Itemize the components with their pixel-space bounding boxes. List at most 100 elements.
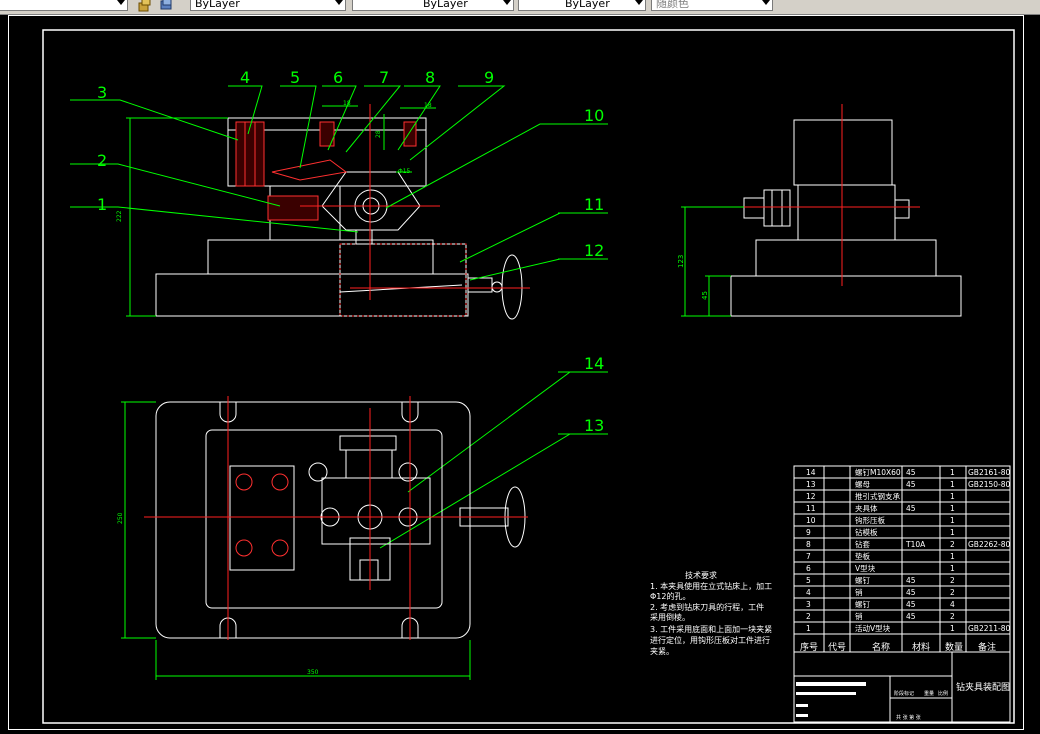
tech-line-7: 夹紧。 xyxy=(650,646,674,656)
lineweight-combo[interactable]: ByLayer xyxy=(518,0,646,11)
bom-cell: 1 xyxy=(950,564,955,573)
callout-4: 4 xyxy=(240,68,250,87)
drawing-canvas[interactable]: 222 18 18 28 Φ15 1 2 3 4 5 6 7 8 9 10 11… xyxy=(0,15,1040,734)
bom-cell: 2 xyxy=(950,612,955,621)
layer-combo[interactable]: ByLayer xyxy=(190,0,346,11)
bom-cell: 销 xyxy=(855,587,863,597)
tech-line-1: 1. 本夹具使用在立式钻床上，加工 xyxy=(650,581,772,591)
bom-cell: 1 xyxy=(950,468,955,477)
leader-lines xyxy=(70,85,608,549)
callout-12: 12 xyxy=(584,241,604,260)
bom-cell: 2 xyxy=(950,576,955,585)
tech-line-2: Φ12的孔。 xyxy=(650,591,690,601)
side-dimensions xyxy=(681,206,744,317)
linetype-combo-value: ByLayer xyxy=(423,0,468,10)
callout-14: 14 xyxy=(584,354,604,373)
tech-line-5: 3. 工件采用底面和上面加一块夹紧 xyxy=(650,624,772,634)
bom-cell: GB2211-80 xyxy=(968,624,1011,633)
bom-cell: 垫板 xyxy=(855,551,870,561)
bom-cell: 45 xyxy=(906,576,916,585)
bom-cell: 12 xyxy=(806,492,816,501)
callout-13: 13 xyxy=(584,416,604,435)
bom-cell: 钻套 xyxy=(855,539,870,549)
bom-cell: 1 xyxy=(950,504,955,513)
bom-cell: GB2161-80 xyxy=(968,468,1011,477)
bom-cell: 1 xyxy=(950,624,955,633)
bom-cell: 11 xyxy=(806,504,816,513)
dim-height-front: 222 xyxy=(116,210,123,222)
callout-labels: 1 2 3 4 5 6 7 8 9 10 11 12 13 14 xyxy=(97,68,604,435)
bom-cell: 1 xyxy=(950,516,955,525)
bom-cell: GB2150-80 xyxy=(968,480,1011,489)
dim-height-top: 250 xyxy=(117,512,124,524)
bom-cell: 2 xyxy=(950,540,955,549)
tb-weight: 重量 xyxy=(924,690,934,697)
callout-2: 2 xyxy=(97,151,107,170)
callout-9: 9 xyxy=(484,68,494,87)
top-view xyxy=(155,401,526,639)
bom-header-material: 材料 xyxy=(912,641,930,653)
linetype-combo[interactable]: ByLayer xyxy=(352,0,514,11)
color-combo[interactable] xyxy=(0,0,128,11)
bom-cell: 9 xyxy=(806,528,811,537)
callout-7: 7 xyxy=(379,68,389,87)
bom-cell: 1 xyxy=(950,480,955,489)
bom-cell: 1 xyxy=(950,528,955,537)
layer-previous-icon[interactable] xyxy=(159,0,173,12)
bom-cell: 45 xyxy=(906,504,916,513)
callout-3: 3 xyxy=(97,83,107,102)
side-view xyxy=(730,119,962,317)
chevron-down-icon xyxy=(117,0,125,5)
bom-cell: 螺钉M10X60 xyxy=(855,467,901,477)
bom-cell: 1 xyxy=(950,492,955,501)
tech-title: 技术要求 xyxy=(685,570,717,580)
chevron-down-icon xyxy=(335,0,343,5)
bom-cell: 4 xyxy=(950,600,955,609)
bom-header-name: 名称 xyxy=(872,641,890,653)
callout-5: 5 xyxy=(290,68,300,87)
title-block-small: 阶段标记 重量 比例 共 张 第 张 xyxy=(894,690,948,721)
bom-cell: 推引式钢支承 xyxy=(855,491,900,501)
bom-cell: 螺钉 xyxy=(855,599,870,609)
chevron-down-icon xyxy=(635,0,643,5)
callout-1: 1 xyxy=(97,195,107,214)
plotstyle-combo[interactable]: 随颜色 xyxy=(651,0,773,11)
bom-cell: 13 xyxy=(806,480,816,489)
tech-line-6: 进行定位，用钩形压板对工件进行 xyxy=(650,635,770,645)
title-block-marks xyxy=(796,682,866,717)
bom-cell: 7 xyxy=(806,552,811,561)
callout-10: 10 xyxy=(584,106,604,125)
bom-header: 序号 代号 名称 材料 数量 备注 xyxy=(800,641,996,653)
callout-11: 11 xyxy=(584,195,604,214)
bom-cell: T10A xyxy=(905,540,926,549)
bom-cell: 5 xyxy=(806,576,811,585)
bom-cell: 45 xyxy=(906,588,916,597)
bom-cell: 45 xyxy=(906,480,916,489)
drawing-svg: 222 18 18 28 Φ15 1 2 3 4 5 6 7 8 9 10 11… xyxy=(42,29,1015,724)
dim-width-top: 350 xyxy=(307,669,319,676)
bom-cell: 45 xyxy=(906,612,916,621)
bom-cell: 钻模板 xyxy=(855,527,878,537)
bom-cell: 3 xyxy=(806,600,811,609)
bom-cell: 4 xyxy=(806,588,811,597)
callout-8: 8 xyxy=(425,68,435,87)
drawing-border xyxy=(42,29,1015,724)
tech-notes: 技术要求 1. 本夹具使用在立式钻床上，加工 Φ12的孔。 2. 考虑到钻床刀具… xyxy=(650,570,772,656)
properties-toolbar: ByLayer ByLayer ByLayer 随颜色 xyxy=(0,0,1040,15)
bom-cell: 2 xyxy=(950,588,955,597)
bom-cell: 6 xyxy=(806,564,811,573)
bom-cell: 45 xyxy=(906,468,916,477)
tech-line-3: 2. 考虑到钻床刀具的行程，工件 xyxy=(650,602,764,612)
bom-cell: 销 xyxy=(855,611,863,621)
bom-cell: 夹具体 xyxy=(855,503,878,513)
tech-line-4: 采用倒棱。 xyxy=(650,612,690,622)
bom-cell: 45 xyxy=(906,600,916,609)
tb-stage: 阶段标记 xyxy=(894,690,914,697)
bom-cell: 钩形压板 xyxy=(855,515,885,525)
bom-header-qty: 数量 xyxy=(945,641,963,653)
bom-cell: 10 xyxy=(806,516,816,525)
callout-6: 6 xyxy=(333,68,343,87)
bom-cell: 活动V型块 xyxy=(855,623,891,633)
layer-match-icon[interactable] xyxy=(138,0,152,12)
dim-height-side2: 45 xyxy=(701,291,709,300)
